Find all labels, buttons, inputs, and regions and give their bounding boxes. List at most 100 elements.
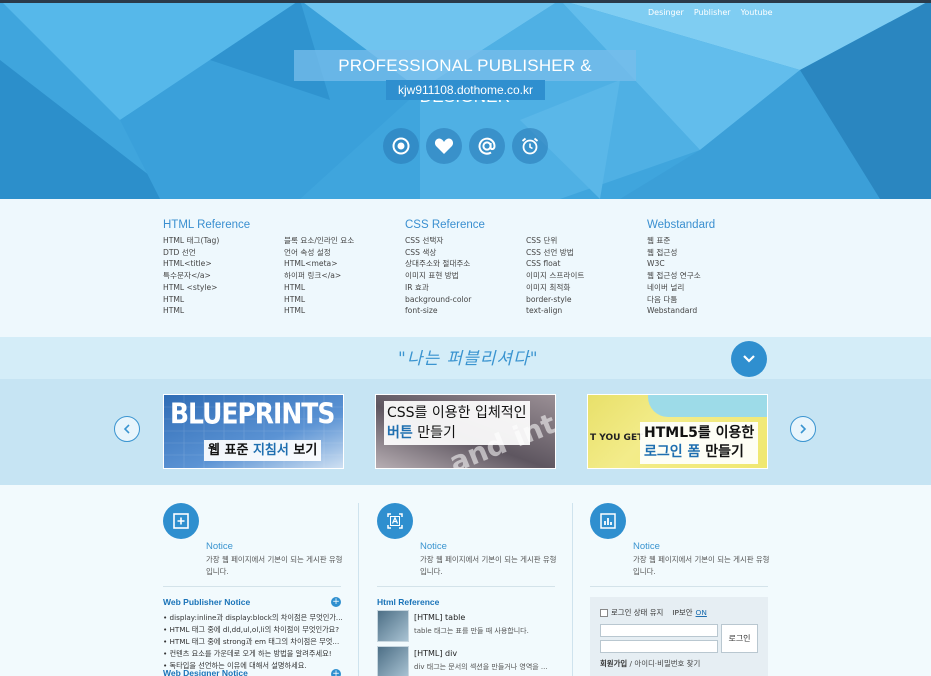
- list-item[interactable]: 웹 표준: [647, 235, 768, 247]
- list-item[interactable]: IR 효과: [405, 282, 526, 294]
- nav-link-designer[interactable]: Desinger: [648, 8, 684, 17]
- list-item[interactable]: font-size: [405, 305, 526, 317]
- item-title: [HTML] table: [414, 613, 466, 622]
- caption-highlight: 버튼: [387, 425, 413, 441]
- list-item[interactable]: DTD 선언: [163, 247, 284, 259]
- list-item[interactable]: 이미지 최적화: [526, 282, 647, 294]
- html-reference-title[interactable]: HTML Reference: [163, 219, 405, 231]
- list-item[interactable]: HTML: [284, 294, 405, 306]
- slide-css-button[interactable]: and inte CSS를 이용한 입체적인 버튼 만들기: [375, 394, 556, 469]
- list-item[interactable]: CSS 선언 방법: [526, 247, 647, 259]
- nav-link-youtube[interactable]: Youtube: [741, 8, 773, 17]
- list-item[interactable]: Webstandard: [647, 305, 768, 317]
- alarm-clock-icon[interactable]: [512, 128, 548, 164]
- more-plus-icon[interactable]: +: [331, 597, 341, 607]
- webstandard-title[interactable]: Webstandard: [647, 219, 768, 231]
- divider: [572, 503, 573, 676]
- thumbnail-image: [377, 646, 409, 676]
- notice-title[interactable]: Notice: [420, 541, 447, 552]
- publisher-notice-list: • display:inline과 display:block의 차이점은 무엇…: [163, 612, 343, 672]
- record-icon[interactable]: [383, 128, 419, 164]
- list-item[interactable]: • HTML 태그 중에 strong과 em 태그의 차이점은 무엇...: [163, 636, 343, 648]
- hero-banner: Desinger Publisher Youtube PROFESSIONAL …: [0, 0, 931, 199]
- bar-chart-icon: [590, 503, 626, 539]
- list-item[interactable]: [HTML] div div 태그는 문서의 섹션을 만들거나 영역을 ...: [377, 646, 555, 676]
- css-reference-title[interactable]: CSS Reference: [405, 219, 647, 231]
- nav-link-publisher[interactable]: Publisher: [694, 8, 731, 17]
- slide-caption: CSS를 이용한 입체적인 버튼 만들기: [384, 401, 530, 445]
- list-item[interactable]: text-align: [526, 305, 647, 317]
- list-item[interactable]: 블록 요소/인라인 요소: [284, 235, 405, 247]
- hero-icon-row: [383, 128, 548, 164]
- reference-section: HTML Reference HTML 태그(Tag) DTD 선언 HTML<…: [0, 199, 931, 337]
- list-item[interactable]: 언어 속성 설정: [284, 247, 405, 259]
- slider-prev-button[interactable]: [114, 416, 140, 442]
- quote-text: "나는 퍼블리셔다": [398, 349, 539, 369]
- list-item[interactable]: background-color: [405, 294, 526, 306]
- caption-text: HTML5를 이용한: [644, 425, 755, 441]
- list-item[interactable]: 다음 다툼: [647, 294, 768, 306]
- notice-title[interactable]: Notice: [633, 541, 660, 552]
- list-item[interactable]: HTML<title>: [163, 258, 284, 270]
- list-item[interactable]: HTML: [163, 294, 284, 306]
- list-item[interactable]: HTML: [284, 305, 405, 317]
- keep-login-checkbox[interactable]: [600, 608, 608, 617]
- signup-link[interactable]: 회원가입: [600, 659, 627, 668]
- list-item[interactable]: HTML 태그(Tag): [163, 235, 284, 247]
- list-item[interactable]: 이미지 표현 방법: [405, 270, 526, 282]
- list-item[interactable]: 네이버 널리: [647, 282, 768, 294]
- keep-login-label: 로그인 상태 유지: [611, 608, 664, 617]
- list-item[interactable]: HTML: [284, 282, 405, 294]
- list-item[interactable]: border-style: [526, 294, 647, 306]
- list-item[interactable]: 특수문자</a>: [163, 270, 284, 282]
- slide-art-text: BLUEPRINTS: [170, 397, 335, 431]
- top-border: [0, 0, 931, 3]
- list-item[interactable]: 웹 접근성: [647, 247, 768, 259]
- heart-icon[interactable]: [426, 128, 462, 164]
- list-item[interactable]: 웹 접근성 연구소: [647, 270, 768, 282]
- hero-title: PROFESSIONAL PUBLISHER & DESIGNER: [294, 50, 636, 106]
- list-item[interactable]: HTML: [163, 305, 284, 317]
- notice-title[interactable]: Notice: [206, 541, 233, 552]
- list-item[interactable]: CSS 선택자: [405, 235, 526, 247]
- webstandard-list: 웹 표준 웹 접근성 W3C 웹 접근성 연구소 네이버 널리 다음 다툼 We…: [647, 235, 768, 317]
- list-item[interactable]: 하이퍼 링크</a>: [284, 270, 405, 282]
- list-item[interactable]: • 컨텐츠 요소를 가운데로 오게 하는 방법을 알려주세요!: [163, 648, 343, 660]
- list-item[interactable]: HTML <style>: [163, 282, 284, 294]
- notice-description: 가장 웹 페이지에서 기본이 되는 게시판 유형입니다.: [206, 555, 343, 576]
- list-item[interactable]: • HTML 태그 중에 dl,dd,ul,ol,li의 차이점이 무엇인가요?: [163, 624, 343, 636]
- caption-highlight: 로그인 폼: [644, 444, 701, 460]
- divider: [163, 586, 341, 587]
- list-item[interactable]: [HTML] table table 태그는 표를 만들 때 사용합니다.: [377, 610, 555, 644]
- list-item[interactable]: CSS 단위: [526, 235, 647, 247]
- find-account-link[interactable]: / 아이디·비밀번호 찾기: [627, 659, 701, 668]
- list-item[interactable]: 상대주소와 절대주소: [405, 258, 526, 270]
- slide-art-text: T YOU GET: [590, 433, 644, 443]
- ip-security-toggle[interactable]: ON: [696, 608, 707, 617]
- css-reference-column: CSS Reference CSS 선택자 CSS 색상 상대주소와 절대주소 …: [405, 219, 647, 317]
- at-sign-icon[interactable]: [469, 128, 505, 164]
- slide-web-standard[interactable]: BLUEPRINTS 웹 표준 지침서 보기: [163, 394, 344, 469]
- password-input[interactable]: [600, 640, 718, 653]
- list-item[interactable]: • display:inline과 display:block의 차이점은 무엇…: [163, 612, 343, 624]
- plus-square-icon: [163, 503, 199, 539]
- list-item[interactable]: W3C: [647, 258, 768, 270]
- list-item[interactable]: CSS 색상: [405, 247, 526, 259]
- login-button[interactable]: 로그인: [721, 624, 758, 653]
- list-item[interactable]: 이미지 스프라이트: [526, 270, 647, 282]
- user-id-input[interactable]: [600, 624, 718, 637]
- thumbnail-image: [377, 610, 409, 642]
- slider-next-button[interactable]: [790, 416, 816, 442]
- list-item[interactable]: HTML<meta>: [284, 258, 405, 270]
- publisher-notice-title[interactable]: Web Publisher Notice: [163, 597, 250, 607]
- chevron-down-icon: [743, 355, 755, 363]
- html-reference-board-title[interactable]: Html Reference: [377, 597, 439, 607]
- more-plus-icon[interactable]: +: [331, 669, 341, 676]
- scroll-down-button[interactable]: [731, 341, 767, 377]
- slide-html5-login[interactable]: T YOU GET HTML5를 이용한 로그인 폼 만들기: [587, 394, 768, 469]
- designer-notice-title[interactable]: Web Designer Notice: [163, 668, 248, 676]
- slide-caption: 웹 표준 지침서 보기: [204, 440, 322, 461]
- login-form: 로그인 상태 유지 IP보안 ON 로그인 회원가입 / 아이디·비밀번호 찾기: [590, 597, 768, 676]
- thumbnail-slider: BLUEPRINTS 웹 표준 지침서 보기 and inte CSS를 이용한…: [0, 379, 931, 485]
- list-item[interactable]: CSS float: [526, 258, 647, 270]
